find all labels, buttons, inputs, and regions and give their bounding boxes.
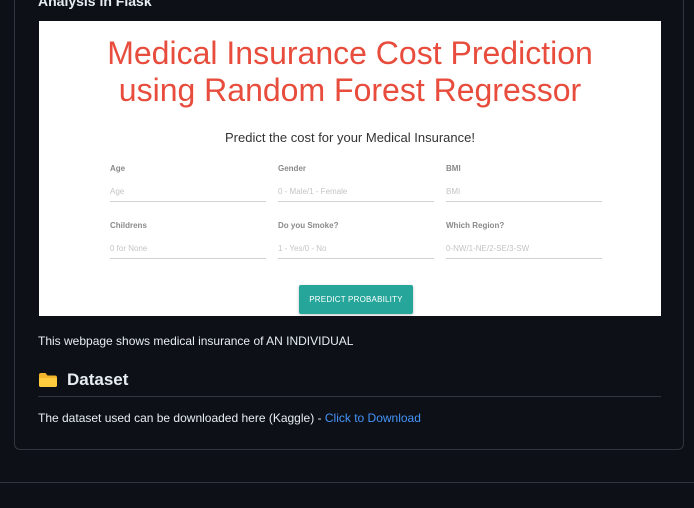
app-screenshot: Medical Insurance Cost Prediction using … (39, 21, 661, 316)
description-text: This webpage shows medical insurance of … (38, 334, 354, 348)
bmi-label: BMI (446, 164, 461, 173)
region-field: Which Region? (446, 221, 602, 259)
bmi-field: BMI (446, 164, 602, 202)
folder-icon (39, 373, 57, 387)
download-paragraph: The dataset used can be downloaded here … (38, 411, 421, 425)
app-title-line-2: using Random Forest Regressor (118, 72, 582, 108)
section-heading-partial: Analysis in Flask (38, 0, 152, 9)
smoker-field: Do you Smoke? (278, 221, 434, 259)
children-label: Childrens (110, 221, 147, 230)
dataset-heading-text: Dataset (67, 370, 129, 389)
app-title: Medical Insurance Cost Prediction using … (39, 35, 661, 109)
smoker-input[interactable] (278, 244, 434, 259)
children-input[interactable] (110, 244, 266, 259)
gender-field: Gender (278, 164, 434, 202)
app-title-line-1: Medical Insurance Cost Prediction (107, 35, 593, 71)
dataset-heading: Dataset (38, 370, 128, 390)
predict-button[interactable]: PREDICT PROBABILITY (299, 285, 413, 314)
smoker-label: Do you Smoke? (278, 221, 339, 230)
gender-label: Gender (278, 164, 307, 173)
region-input[interactable] (446, 244, 602, 259)
age-label: Age (110, 164, 126, 173)
download-text: The dataset used can be downloaded here … (38, 411, 325, 425)
app-subtitle: Predict the cost for your Medical Insura… (224, 130, 475, 145)
age-input[interactable] (110, 187, 266, 202)
bmi-input[interactable] (446, 187, 602, 202)
children-field: Childrens (110, 221, 266, 259)
page-divider (0, 482, 694, 483)
gender-input[interactable] (278, 187, 434, 202)
region-label: Which Region? (446, 221, 505, 230)
heading-divider (38, 396, 661, 397)
age-field: Age (110, 164, 266, 202)
download-link[interactable]: Click to Download (325, 411, 421, 425)
